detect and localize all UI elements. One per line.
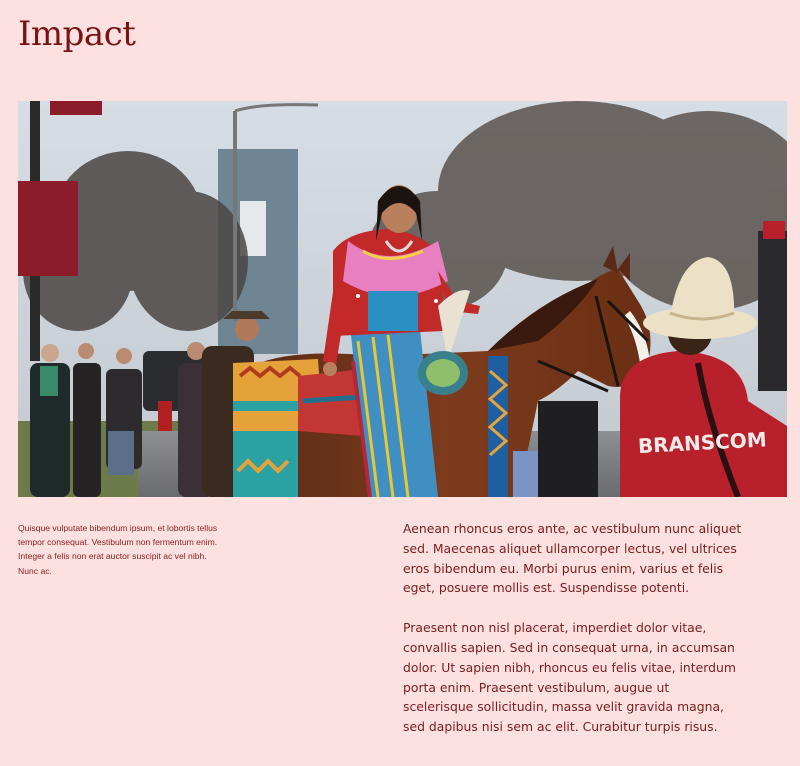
- body-text: Aenean rhoncus eros ante, ac vestibulum …: [403, 519, 743, 757]
- red-banner: [18, 181, 78, 276]
- page-title: Impact: [18, 14, 136, 54]
- body-paragraph: Aenean rhoncus eros ante, ac vestibulum …: [403, 521, 742, 596]
- photo-caption: Quisque vulputate bibendum ipsum, et lob…: [18, 523, 218, 576]
- body-paragraph: Praesent non nisl placerat, imperdiet do…: [403, 620, 736, 735]
- hero-photo: BRANSCOM: [18, 101, 787, 497]
